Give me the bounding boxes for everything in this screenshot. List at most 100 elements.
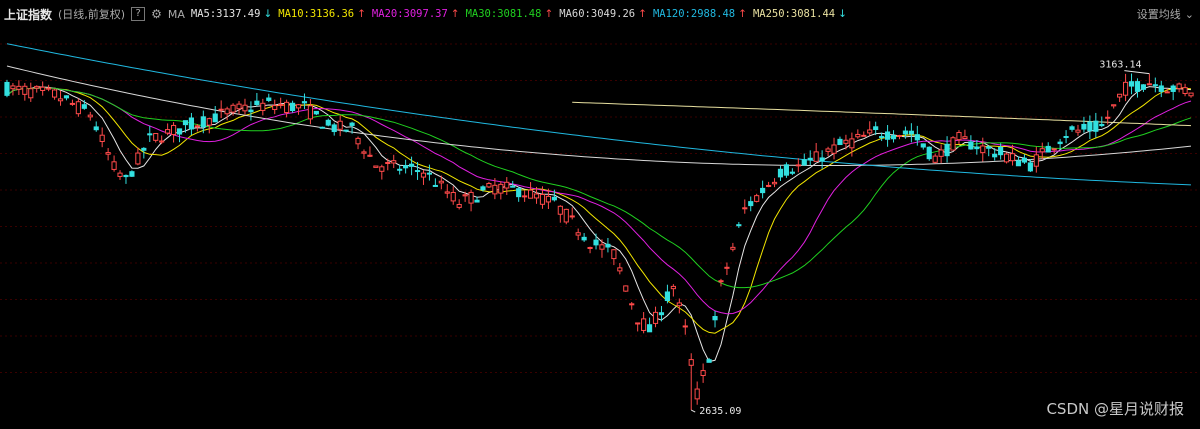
- candle-down: [289, 102, 296, 112]
- candle-up: [69, 102, 76, 105]
- candle-down: [266, 97, 272, 101]
- candle-up: [22, 85, 28, 95]
- chart-header: 上证指数 (日线,前复权) ? ⚙ MA MA5:3137.49 ↓ MA10:31…: [0, 0, 1200, 28]
- candle-up: [224, 108, 230, 115]
- ma-legend-ma60[interactable]: MA60:3049.26 ↑: [559, 8, 647, 20]
- candle-down: [902, 130, 909, 135]
- candle-down: [319, 126, 325, 129]
- candle-down: [480, 186, 486, 191]
- candle-down: [188, 117, 195, 130]
- candle-up: [46, 87, 52, 90]
- candle-up: [99, 134, 105, 142]
- candle-down: [4, 81, 10, 96]
- ma-legend-text: MA30:3081.48: [465, 8, 542, 20]
- candle-down: [248, 109, 254, 113]
- candle-down: [1021, 157, 1028, 163]
- candle-up: [700, 370, 706, 376]
- candle-up: [896, 134, 903, 137]
- candle-up: [617, 267, 623, 272]
- candle-down: [1170, 85, 1176, 92]
- candle-up: [456, 203, 462, 208]
- candle-up: [75, 101, 81, 115]
- ma-legend: MA5:3137.49 ↓ MA10:3136.36 ↑ MA20:3097.37 ↑ MA…: [191, 8, 847, 20]
- candle-up: [468, 191, 474, 204]
- candle-up: [28, 88, 34, 99]
- candle-up: [527, 189, 534, 199]
- high-price-label-pointer: [1124, 70, 1150, 75]
- gear-icon[interactable]: ⚙: [151, 7, 162, 21]
- candle-up: [1122, 81, 1129, 96]
- candle-down: [432, 184, 438, 187]
- candle-down: [1081, 123, 1087, 130]
- candle-up: [765, 184, 772, 187]
- index-title[interactable]: 上证指数: [4, 6, 52, 23]
- candle-up: [1146, 83, 1152, 86]
- candle-up: [450, 191, 456, 202]
- candle-down: [1158, 85, 1164, 92]
- ma-legend-ma120[interactable]: MA120:2988.48 ↑: [653, 8, 747, 20]
- candle-down: [879, 136, 885, 139]
- candle-down: [712, 316, 718, 321]
- candle-up: [87, 114, 93, 118]
- candle-down: [968, 141, 974, 150]
- candle-up: [1003, 153, 1010, 163]
- ma-legend-ma5[interactable]: MA5:3137.49 ↓: [191, 8, 272, 20]
- ma-legend-ma250[interactable]: MA250:3081.44 ↓: [753, 8, 847, 20]
- candle-down: [908, 130, 914, 135]
- candle-up: [1111, 104, 1117, 107]
- candle-up: [652, 311, 659, 324]
- ma-settings-button[interactable]: 设置均线 ⌄: [1137, 6, 1194, 22]
- period-label[interactable]: (日线,前复权): [58, 6, 125, 22]
- candle-up: [730, 246, 736, 250]
- candle-up: [194, 125, 200, 128]
- candle-up: [486, 182, 492, 188]
- candle-down: [920, 143, 926, 148]
- candle-down: [81, 104, 87, 109]
- candle-up: [635, 322, 641, 325]
- candle-up: [938, 149, 944, 157]
- ma-legend-ma10[interactable]: MA10:3136.36 ↑: [278, 8, 366, 20]
- candle-up: [1039, 148, 1045, 153]
- candle-down: [397, 168, 403, 171]
- candle-down: [474, 199, 480, 203]
- candle-down: [349, 122, 355, 126]
- help-icon[interactable]: ?: [131, 7, 146, 21]
- candle-down: [63, 95, 70, 99]
- candle-down: [93, 126, 99, 131]
- low-price-label: 2635.09: [699, 406, 741, 417]
- candle-down: [914, 134, 920, 141]
- kline-chart[interactable]: 3163.14 2635.09: [0, 28, 1200, 429]
- candle-up: [420, 172, 427, 178]
- candle-up: [599, 244, 605, 250]
- candle-down: [1099, 123, 1105, 127]
- candle-up: [1033, 154, 1039, 167]
- candle-down: [1027, 162, 1033, 172]
- ma-legend-ma30[interactable]: MA30:3081.48 ↑: [466, 8, 554, 20]
- candle-down: [974, 146, 980, 150]
- candle-up: [307, 105, 314, 120]
- ma-legend-ma20[interactable]: MA20:3097.37 ↑: [372, 8, 460, 20]
- candle-down: [736, 224, 742, 227]
- candle-up: [492, 184, 498, 195]
- ma-legend-text: MA250:3081.44: [752, 8, 836, 20]
- candle-up: [849, 138, 855, 149]
- candle-down: [1057, 141, 1063, 145]
- candle-up: [40, 86, 46, 91]
- candle-down: [1093, 120, 1099, 132]
- candle-down: [664, 291, 671, 302]
- candle-up: [629, 303, 635, 306]
- candle-down: [1140, 84, 1147, 90]
- candle-up: [170, 124, 177, 136]
- candle-up: [385, 161, 391, 164]
- candle-down: [414, 170, 421, 173]
- candle-up: [284, 101, 290, 114]
- candle-down: [1063, 136, 1069, 139]
- chevron-down-icon: ⌄: [1184, 7, 1194, 21]
- candle-down: [986, 146, 992, 149]
- candle-up: [742, 207, 748, 210]
- candle-up: [1009, 153, 1016, 162]
- candle-up: [218, 108, 224, 111]
- candle-up: [165, 129, 171, 134]
- candle-down: [807, 157, 813, 161]
- candle-up: [682, 325, 688, 328]
